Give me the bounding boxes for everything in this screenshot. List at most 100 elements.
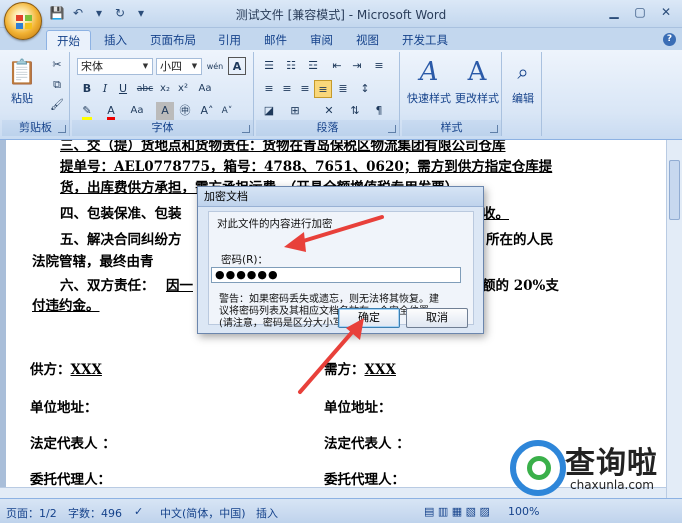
change-styles-button[interactable]: A 更改样式 <box>452 56 502 106</box>
decrease-indent-icon[interactable]: ⇤ <box>328 57 346 75</box>
doc-line-1-prefix: 三、交（提）货地点和货物责任： <box>60 140 263 154</box>
show-marks-icon[interactable]: ¶ <box>370 102 388 120</box>
font-name-combo[interactable]: 宋体 ▼ <box>77 58 153 75</box>
phonetic-label: wén <box>206 62 224 71</box>
password-label: 密码(R)： <box>221 254 268 266</box>
tab-review[interactable]: 审阅 <box>300 30 343 50</box>
align-left-icon[interactable]: ≡ <box>260 80 278 98</box>
buyer-rep-label: 法定代表人 ： <box>324 436 410 452</box>
clipboard-launcher-icon[interactable] <box>58 125 66 133</box>
increase-indent-icon[interactable]: ⇥ <box>348 57 366 75</box>
help-icon[interactable]: ? <box>663 33 676 46</box>
numbering-icon[interactable]: ☷ <box>282 57 300 75</box>
insert-mode[interactable]: 插入 <box>256 505 278 521</box>
shrink-font-icon[interactable]: A˅ <box>218 102 236 120</box>
vertical-scrollbar[interactable] <box>666 140 682 498</box>
shading-icon[interactable]: ◪ <box>260 102 278 120</box>
font-size-combo[interactable]: 小四 ▼ <box>156 58 202 75</box>
editing-button[interactable]: ⌕ 编辑 <box>504 56 542 106</box>
tab-developer[interactable]: 开发工具 <box>392 30 458 50</box>
password-input[interactable]: ●●●●●● <box>211 267 461 283</box>
spellcheck-icon[interactable]: ✓ <box>134 505 143 518</box>
ribbon-tabs: 开始 插入 页面布局 引用 邮件 审阅 视图 开发工具 ? <box>0 28 682 50</box>
doc-line-5-suffix: 所在的人民 <box>486 232 554 248</box>
chevron-down-icon[interactable]: ▼ <box>189 60 200 73</box>
word-count[interactable]: 字数：496 <box>68 505 122 521</box>
styles-launcher-icon[interactable] <box>490 125 498 133</box>
font-name-value: 宋体 <box>81 60 103 73</box>
font-size-value: 小四 <box>160 60 182 73</box>
multilevel-list-icon[interactable]: ☲ <box>304 57 322 75</box>
asian-typography-icon[interactable]: ✕ <box>320 102 338 120</box>
line-spacing-icon[interactable]: ↕ <box>356 80 374 98</box>
align-right-icon[interactable]: ≡ <box>296 80 314 98</box>
tab-insert[interactable]: 插入 <box>94 30 137 50</box>
buyer-value: XXX <box>364 362 396 378</box>
dialog-instruction: 对此文件的内容进行加密 <box>217 218 333 230</box>
doc-line-1-rest: 货物在青岛保税区物流集团有限公司仓库 <box>262 140 506 154</box>
paragraph-launcher-icon[interactable] <box>388 125 396 133</box>
shrink-label: A <box>221 106 228 116</box>
view-buttons[interactable]: ▤ ▥ ▦ ▧ ▨ <box>424 505 490 518</box>
sort-icon[interactable]: ⇅ <box>346 102 364 120</box>
close-icon[interactable]: ✕ <box>654 3 678 21</box>
bullets-icon[interactable]: ☰ <box>260 57 278 75</box>
italic-button[interactable]: I <box>96 80 114 98</box>
font-group: 宋体 ▼ 小四 ▼ wén A B I U abc x₂ x² Aa ✎ A A… <box>72 52 254 136</box>
office-button[interactable] <box>4 2 42 40</box>
distributed-icon[interactable]: ≣ <box>334 80 352 98</box>
phonetic-guide-icon[interactable]: wén <box>206 57 224 75</box>
highlight-icon[interactable]: ✎ <box>78 102 96 120</box>
tab-home[interactable]: 开始 <box>46 30 91 50</box>
editing-label: 编辑 <box>512 92 534 105</box>
quick-styles-button[interactable]: A 快速样式 <box>404 56 454 106</box>
copy-icon[interactable]: ⧉ <box>48 76 66 94</box>
font-color-icon[interactable]: A <box>102 102 120 120</box>
cut-icon[interactable]: ✂ <box>48 56 66 74</box>
strikethrough-button[interactable]: abc <box>136 80 154 98</box>
char-border-icon[interactable]: A <box>228 57 246 75</box>
quick-styles-icon: A <box>419 57 439 87</box>
change-case-button[interactable]: Aa <box>196 80 214 98</box>
tab-page-layout[interactable]: 页面布局 <box>140 30 206 50</box>
paste-button[interactable]: 📋 粘贴 <box>4 56 40 106</box>
format-painter-icon[interactable]: 🖌 <box>48 96 66 114</box>
chinese-layout-icon[interactable]: ≡ <box>370 57 388 75</box>
subscript-button[interactable]: x₂ <box>156 80 174 98</box>
supplier-label: 供方： <box>30 362 71 378</box>
underline-button[interactable]: U <box>114 80 132 98</box>
supplier-address-label: 单位地址： <box>30 400 98 416</box>
superscript-button[interactable]: x² <box>174 80 192 98</box>
justify-icon[interactable]: ≡ <box>314 80 332 98</box>
grow-font-icon[interactable]: A˄ <box>198 102 216 120</box>
enclose-char-icon[interactable]: ㊥ <box>176 102 194 120</box>
char-shading-icon[interactable]: A <box>156 102 174 120</box>
doc-line-7-prefix: 六、双方责任： <box>60 278 155 294</box>
tab-view[interactable]: 视图 <box>346 30 389 50</box>
cancel-button[interactable]: 取消 <box>406 308 468 328</box>
change-case-icon[interactable]: Aa <box>128 102 146 120</box>
doc-line-8: 付违约金。 <box>32 298 100 314</box>
align-center-icon[interactable]: ≡ <box>278 80 296 98</box>
supplier-value: XXX <box>70 362 102 378</box>
borders-icon[interactable]: ⊞ <box>286 102 304 120</box>
font-launcher-icon[interactable] <box>242 125 250 133</box>
quick-styles-label: 快速样式 <box>407 92 451 105</box>
chevron-down-icon[interactable]: ▼ <box>140 60 151 73</box>
maximize-icon[interactable]: ▢ <box>628 3 652 21</box>
bold-button[interactable]: B <box>78 80 96 98</box>
buyer-label: 需方： <box>324 362 365 378</box>
horizontal-scrollbar[interactable] <box>0 487 666 498</box>
zoom-level[interactable]: 100% <box>508 505 539 518</box>
ok-button[interactable]: 确定 <box>338 308 400 328</box>
language-status[interactable]: 中文(简体，中国) <box>160 505 246 521</box>
minimize-icon[interactable]: ▁ <box>602 3 626 21</box>
tab-references[interactable]: 引用 <box>208 30 251 50</box>
buyer-row: 需方：XXX <box>324 358 396 378</box>
supplier-agent-label: 委托代理人： <box>30 472 111 488</box>
scroll-thumb[interactable] <box>669 160 680 220</box>
tab-mailings[interactable]: 邮件 <box>254 30 297 50</box>
change-styles-icon: A <box>467 57 487 87</box>
page-count[interactable]: 页面：1/2 <box>6 505 57 521</box>
paragraph-group: ☰ ☷ ☲ ⇤ ⇥ ≡ ≡ ≡ ≡ ≡ ≣ ↕ ◪ ⊞ ✕ ⇅ ¶ 段落 <box>256 52 400 136</box>
